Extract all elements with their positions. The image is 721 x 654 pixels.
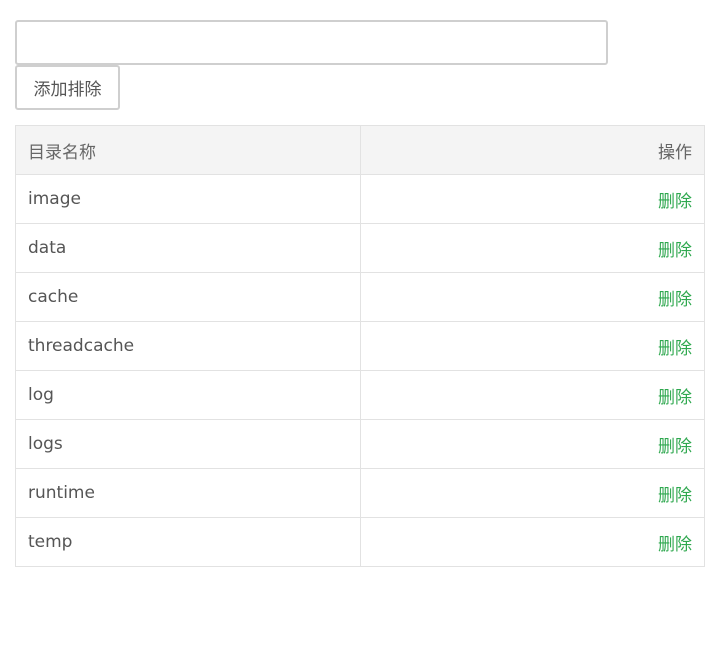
- delete-link[interactable]: 删除: [658, 241, 692, 261]
- table-row: logs 删除: [15, 419, 705, 469]
- action-cell: 删除: [359, 174, 705, 224]
- column-header-action: 操作: [359, 125, 705, 175]
- column-header-directory-name: 目录名称: [15, 125, 361, 175]
- action-cell: 删除: [359, 517, 705, 567]
- table-row: data 删除: [15, 223, 705, 273]
- table-row: cache 删除: [15, 272, 705, 322]
- directory-name-cell: cache: [15, 272, 361, 322]
- action-cell: 删除: [359, 272, 705, 322]
- table-header-row: 目录名称 操作: [15, 125, 705, 175]
- directory-name-cell: log: [15, 370, 361, 420]
- directory-name-cell: image: [15, 174, 361, 224]
- directory-name-cell: threadcache: [15, 321, 361, 371]
- table-row: log 删除: [15, 370, 705, 420]
- excluded-directories-table: 目录名称 操作 image 删除 data 删除 cache 删除 thread…: [15, 125, 705, 567]
- delete-link[interactable]: 删除: [658, 388, 692, 408]
- table-row: threadcache 删除: [15, 321, 705, 371]
- action-cell: 删除: [359, 419, 705, 469]
- action-cell: 删除: [359, 223, 705, 273]
- delete-link[interactable]: 删除: [658, 437, 692, 457]
- action-cell: 删除: [359, 321, 705, 371]
- delete-link[interactable]: 删除: [658, 486, 692, 506]
- table-row: temp 删除: [15, 517, 705, 567]
- directory-name-cell: data: [15, 223, 361, 273]
- directory-name-cell: logs: [15, 419, 361, 469]
- directory-name-cell: runtime: [15, 468, 361, 518]
- directory-name-cell: temp: [15, 517, 361, 567]
- delete-link[interactable]: 删除: [658, 535, 692, 555]
- action-cell: 删除: [359, 468, 705, 518]
- delete-link[interactable]: 删除: [658, 339, 692, 359]
- table-row: image 删除: [15, 174, 705, 224]
- add-exclusion-button[interactable]: 添加排除: [15, 65, 120, 110]
- directory-name-input[interactable]: [15, 20, 608, 65]
- delete-link[interactable]: 删除: [658, 192, 692, 212]
- table-row: runtime 删除: [15, 468, 705, 518]
- action-cell: 删除: [359, 370, 705, 420]
- delete-link[interactable]: 删除: [658, 290, 692, 310]
